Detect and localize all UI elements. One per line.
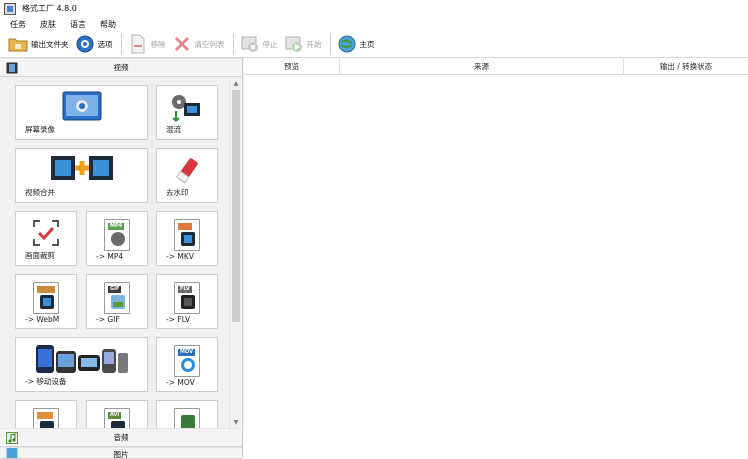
output-folder-button[interactable]: 输出文件夹 — [8, 32, 69, 56]
options-label: 选项 — [97, 39, 113, 49]
window-title: 格式工厂 4.8.0 — [22, 4, 77, 13]
scroll-thumb[interactable] — [232, 90, 240, 322]
to-mkv-label: -> MKV — [166, 252, 194, 261]
start-icon — [284, 34, 304, 54]
toolbar-separator — [232, 33, 234, 55]
stop-label: 停止 — [262, 39, 278, 49]
folder-icon — [8, 34, 28, 54]
to-mov-tile[interactable]: MOV -> MOV — [156, 337, 218, 392]
to-avi-tile[interactable]: AVI — [86, 400, 148, 428]
function-panel: 视频 屏幕录像 混流 视频合并 去水印 画面裁剪 MP4 -> MP4 -> M… — [0, 58, 243, 459]
scroll-down-arrow-icon[interactable]: ▼ — [231, 417, 241, 427]
webm-file-icon — [33, 282, 59, 314]
mp4-badge: MP4 — [108, 223, 125, 230]
to-mp4-tile[interactable]: MP4 -> MP4 — [86, 211, 148, 266]
image-category-title: 图片 — [113, 450, 129, 459]
video-category-header[interactable]: 视频 — [0, 58, 242, 77]
clear-list-label: 清空列表 — [194, 39, 225, 49]
flv-file-icon: FLV — [174, 282, 200, 314]
start-button[interactable]: 开始 — [284, 32, 322, 56]
remove-watermark-label: 去水印 — [166, 188, 189, 197]
column-output-status[interactable]: 输出 / 转换状态 — [624, 58, 748, 75]
remove-icon — [128, 34, 148, 54]
to-gif-label: -> GIF — [96, 315, 120, 324]
remove-watermark-tile[interactable]: 去水印 — [156, 148, 218, 203]
home-button[interactable]: 主页 — [337, 32, 375, 56]
to-webm-label: -> WebM — [25, 315, 60, 324]
audio-category-header[interactable]: 音频 — [0, 428, 242, 447]
app-window: 格式工厂 4.8.0 任务 皮肤 语言 帮助 输出文件夹 选项 移除 清空列表 … — [0, 0, 748, 459]
mov-file-icon: MOV — [174, 345, 200, 377]
title-bar: 格式工厂 4.8.0 — [0, 0, 748, 17]
mix-icon — [170, 93, 204, 127]
avi-file-icon: AVI — [104, 408, 130, 428]
mix-label: 混流 — [166, 125, 181, 134]
toolbar-separator — [329, 33, 331, 55]
eraser-icon — [175, 156, 199, 188]
toolbar: 输出文件夹 选项 移除 清空列表 停止 开始 主页 — [0, 31, 748, 58]
output-folder-label: 输出文件夹 — [31, 39, 69, 49]
to-mobile-label: -> 移动设备 — [25, 377, 67, 386]
menu-skin[interactable]: 皮肤 — [38, 19, 58, 30]
options-button[interactable]: 选项 — [75, 32, 113, 56]
to-mov-label: -> MOV — [166, 378, 195, 387]
video-function-grid: 屏幕录像 混流 视频合并 去水印 画面裁剪 MP4 -> MP4 -> MKV … — [0, 77, 229, 428]
remove-label: 移除 — [150, 39, 166, 49]
to-mp4-label: -> MP4 — [96, 252, 124, 261]
home-label: 主页 — [359, 39, 375, 49]
to-mkv-tile[interactable]: -> MKV — [156, 211, 218, 266]
clear-icon — [172, 34, 192, 54]
mobile-devices-icon — [34, 343, 130, 377]
flv-badge: FLV — [178, 286, 192, 293]
video-merge-tile[interactable]: 视频合并 — [15, 148, 148, 203]
to-flv-tile[interactable]: FLV -> FLV — [156, 274, 218, 329]
crop-label: 画面裁剪 — [25, 251, 55, 260]
toolbar-separator — [120, 33, 122, 55]
stop-button[interactable]: 停止 — [240, 32, 278, 56]
screen-record-label: 屏幕录像 — [25, 125, 55, 134]
audio-category-title: 音频 — [113, 433, 129, 442]
gif-badge: GIF — [108, 286, 122, 293]
clear-list-button[interactable]: 清空列表 — [172, 32, 225, 56]
mp4-file-icon: MP4 — [104, 219, 130, 251]
image-category-header[interactable]: 图片 — [0, 447, 242, 459]
stop-icon — [240, 34, 260, 54]
to-mobile-tile[interactable]: -> 移动设备 — [15, 337, 148, 392]
to-webm-tile[interactable]: -> WebM — [15, 274, 77, 329]
format-tile-partial-2[interactable] — [156, 400, 218, 428]
format-tile-partial[interactable] — [15, 400, 77, 428]
mix-tile[interactable]: 混流 — [156, 85, 218, 140]
to-gif-tile[interactable]: GIF -> GIF — [86, 274, 148, 329]
task-list-panel: 预览 来源 输出 / 转换状态 — [244, 58, 748, 457]
app-icon — [4, 2, 16, 15]
video-file-icon — [174, 408, 200, 428]
options-icon — [75, 34, 95, 54]
video-category-title: 视频 — [113, 63, 129, 72]
column-source[interactable]: 来源 — [340, 58, 624, 75]
screen-record-tile[interactable]: 屏幕录像 — [15, 85, 148, 140]
menu-language[interactable]: 语言 — [68, 19, 88, 30]
menu-bar: 任务 皮肤 语言 帮助 — [0, 17, 748, 31]
mkv-file-icon — [174, 219, 200, 251]
column-preview[interactable]: 预览 — [244, 58, 340, 75]
to-flv-label: -> FLV — [166, 315, 191, 324]
video-merge-label: 视频合并 — [25, 188, 55, 197]
avi-badge: AVI — [108, 412, 122, 419]
video-merge-icon — [50, 154, 114, 184]
crop-tile[interactable]: 画面裁剪 — [15, 211, 77, 266]
menu-help[interactable]: 帮助 — [98, 19, 118, 30]
task-list-header: 预览 来源 输出 / 转换状态 — [244, 58, 748, 75]
screen-record-icon — [62, 91, 102, 125]
mov-badge: MOV — [178, 349, 195, 356]
start-label: 开始 — [306, 39, 322, 49]
video-file-icon — [33, 408, 59, 428]
gif-file-icon: GIF — [104, 282, 130, 314]
crop-icon — [32, 219, 60, 249]
remove-button[interactable]: 移除 — [128, 32, 166, 56]
scroll-up-arrow-icon[interactable]: ▲ — [231, 78, 241, 88]
task-list-body[interactable] — [244, 75, 748, 457]
function-panel-scrollbar[interactable]: ▲ ▼ — [229, 77, 241, 428]
menu-task[interactable]: 任务 — [8, 19, 28, 30]
globe-icon — [337, 34, 357, 54]
